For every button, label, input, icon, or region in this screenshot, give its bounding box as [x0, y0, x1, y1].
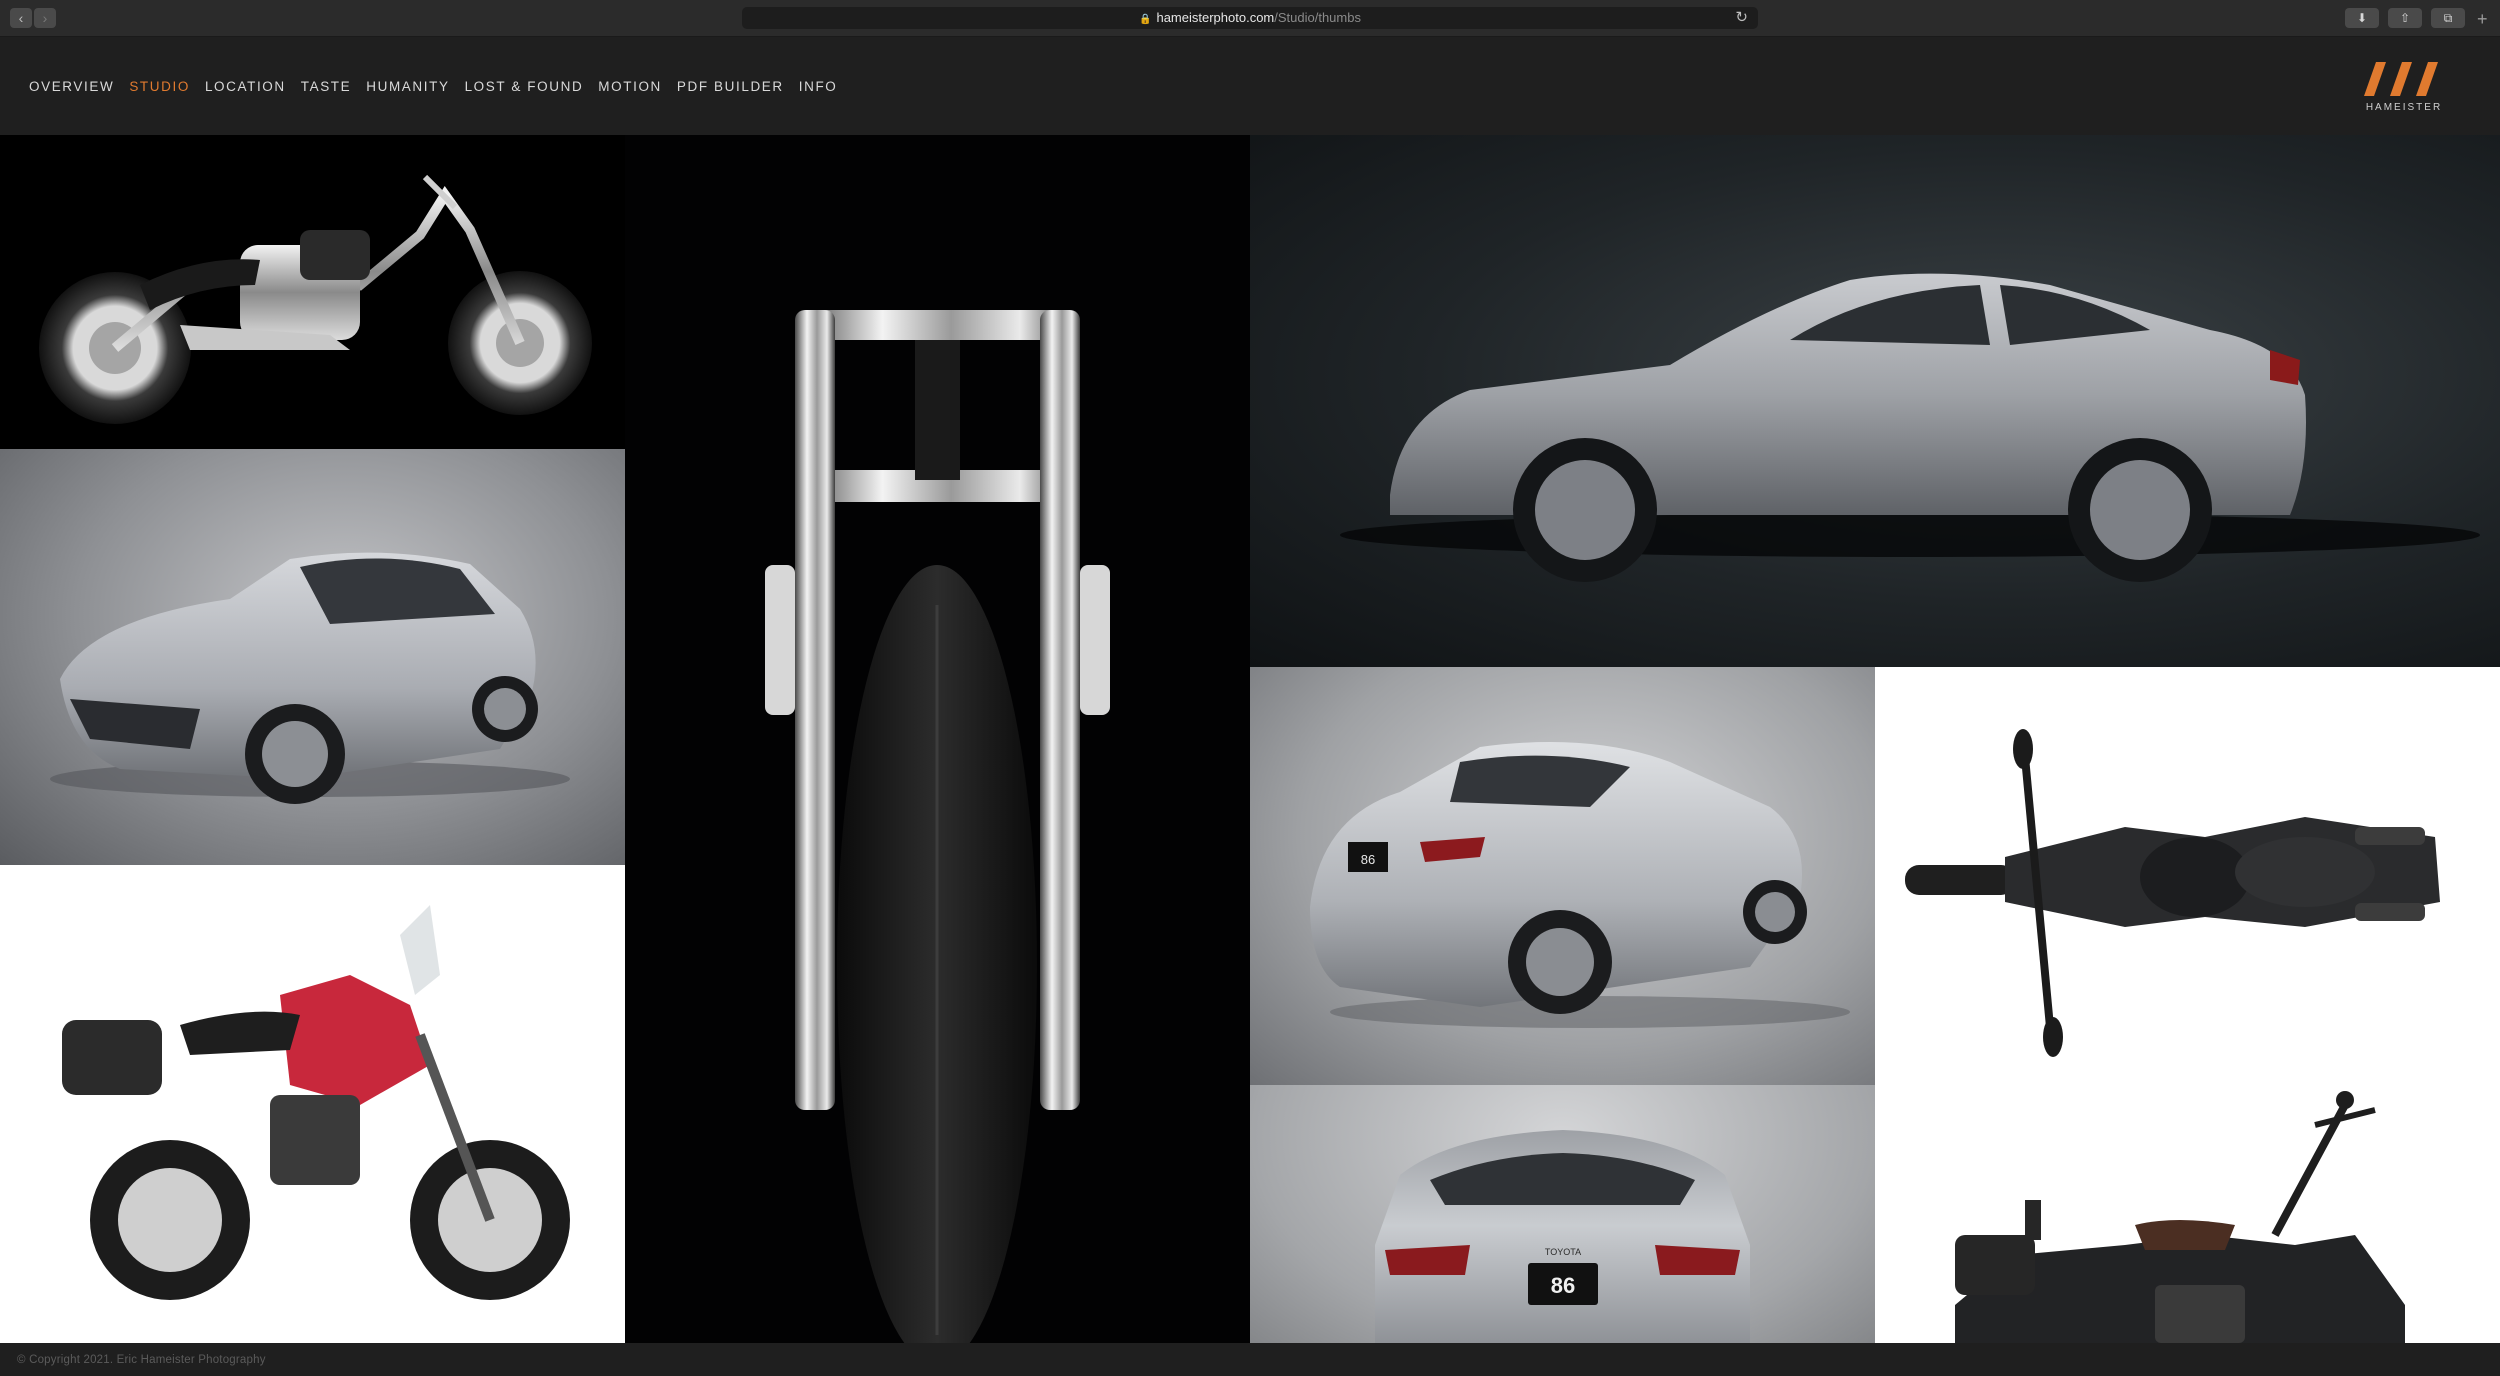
menu-item-taste[interactable]: TASTE [301, 79, 352, 94]
url-path: /Studio/thumbs [1274, 10, 1361, 25]
menu-item-overview[interactable]: OVERVIEW [29, 79, 114, 94]
sports-car-rear-quarter-photo[interactable]: 86 [1250, 667, 1875, 1085]
menu-item-info[interactable]: INFO [799, 79, 838, 94]
menu-item-humanity[interactable]: HUMANITY [366, 79, 449, 94]
chevron-left-icon[interactable]: ‹ [10, 8, 32, 28]
plate-text-86-rear: 86 [1551, 1273, 1575, 1298]
menu-item-lost-and-found[interactable]: LOST & FOUND [465, 79, 584, 94]
site-logo[interactable]: HAMEISTER [2356, 60, 2452, 114]
share-icon[interactable]: ⇧ [2388, 8, 2422, 28]
reload-icon[interactable]: ↻ [1735, 7, 1748, 29]
logo-mark-icon [2364, 62, 2438, 96]
motorcycle-fork-photo[interactable] [625, 135, 1250, 1343]
menu-item-studio[interactable]: STUDIO [129, 79, 190, 94]
address-bar[interactable]: 🔒 hameisterphoto.com/Studio/thumbs ↻ [742, 7, 1758, 29]
lock-icon: 🔒 [1139, 14, 1152, 25]
sports-car-front-photo[interactable] [0, 449, 625, 865]
logo-text: HAMEISTER [2365, 102, 2443, 113]
menu-item-location[interactable]: LOCATION [205, 79, 286, 94]
cruiser-top-view-photo[interactable] [1875, 667, 2500, 1085]
url-host: hameisterphoto.com [1156, 10, 1275, 25]
main-menu: OVERVIEW STUDIO LOCATION TASTE HUMANITY … [29, 79, 837, 94]
cruiser-side-photo[interactable] [1875, 1085, 2500, 1343]
brand-badge: TOYOTA [1545, 1247, 1581, 1257]
download-icon[interactable]: ⬇ [2345, 8, 2379, 28]
custom-chopper-photo[interactable] [0, 135, 625, 449]
adventure-motorcycle-photo[interactable] [0, 865, 625, 1343]
sports-car-rear-photo[interactable]: TOYOTA 86 [1250, 1085, 1875, 1343]
sports-car-profile-photo[interactable] [1250, 135, 2500, 667]
tabs-icon[interactable]: ⧉ [2431, 8, 2465, 28]
site-footer: © Copyright 2021. Eric Hameister Photogr… [0, 1343, 2500, 1376]
chevron-right-icon[interactable]: › [34, 8, 56, 28]
menu-item-motion[interactable]: MOTION [598, 79, 662, 94]
copyright-text: © Copyright 2021. Eric Hameister Photogr… [17, 1354, 266, 1366]
menu-item-pdf-builder[interactable]: PDF BUILDER [677, 79, 784, 94]
browser-toolbar: ‹ › 🔒 hameisterphoto.com/Studio/thumbs ↻ … [0, 0, 2500, 37]
site-header: OVERVIEW STUDIO LOCATION TASTE HUMANITY … [0, 37, 2500, 135]
plus-icon[interactable]: + [2477, 10, 2488, 28]
plate-text-86: 86 [1361, 852, 1375, 867]
thumbnail-gallery: 86 TOYOTA 86 [0, 135, 2500, 1343]
